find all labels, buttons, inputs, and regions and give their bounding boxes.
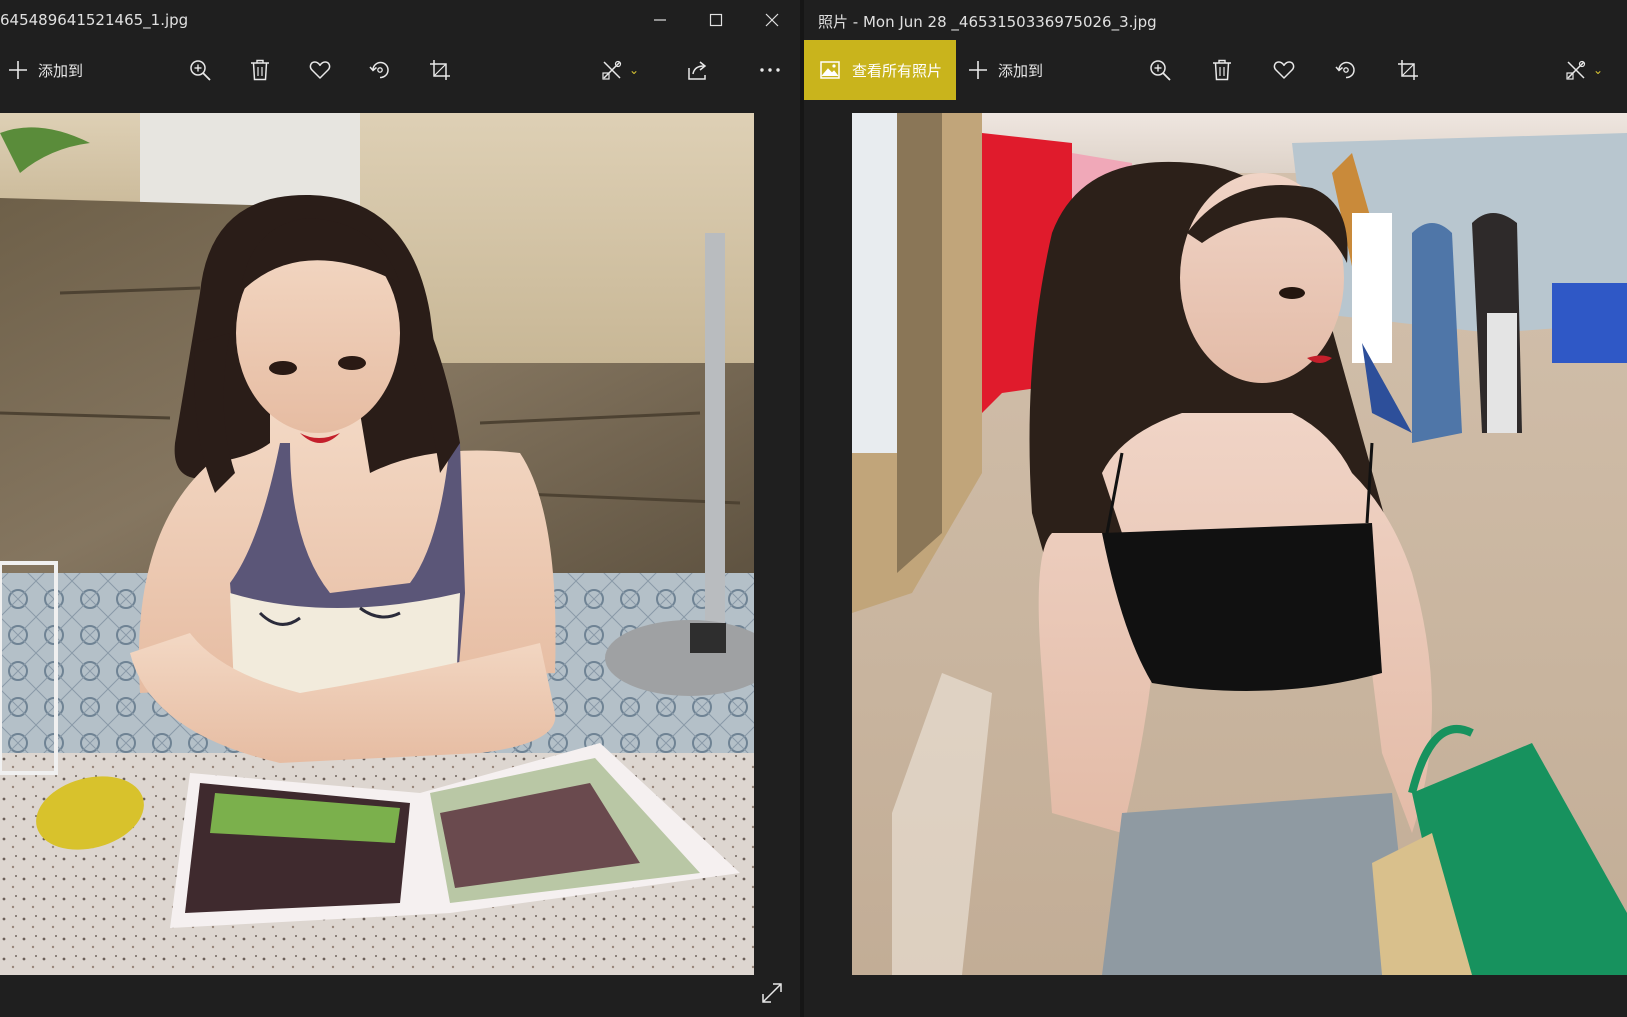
favorite-button[interactable]: [298, 40, 342, 100]
window-title: 645489641521465_1.jpg: [0, 11, 189, 29]
maximize-icon: [709, 13, 723, 27]
close-button[interactable]: [744, 0, 800, 40]
maximize-button[interactable]: [688, 0, 744, 40]
edit-create-button[interactable]: ⌄: [1552, 40, 1616, 100]
photo-image: [852, 113, 1627, 975]
delete-button[interactable]: [238, 40, 282, 100]
left-photo-window: 645489641521465_1.jpg 添加到 ⌄: [0, 0, 800, 1017]
plus-icon: [9, 61, 27, 79]
delete-icon: [1213, 59, 1231, 81]
heart-icon: [1273, 61, 1295, 79]
crop-button[interactable]: [418, 40, 462, 100]
crop-icon: [1398, 60, 1418, 80]
close-icon: [765, 13, 779, 27]
photo-image: [0, 113, 754, 975]
rotate-button[interactable]: [1324, 40, 1368, 100]
expand-icon: [762, 983, 782, 1003]
window-title: 照片 - Mon Jun 28 _4653150336975026_3.jpg: [818, 13, 1157, 31]
photo-display[interactable]: [852, 113, 1627, 975]
favorite-button[interactable]: [1262, 40, 1306, 100]
rotate-icon: [369, 61, 389, 79]
plus-icon: [969, 61, 987, 79]
share-icon: [688, 61, 707, 80]
crop-icon: [430, 60, 450, 80]
zoom-button[interactable]: [1138, 40, 1182, 100]
edit-create-button[interactable]: ⌄: [588, 40, 652, 100]
title-bar: 645489641521465_1.jpg: [0, 0, 800, 40]
zoom-in-icon: [1150, 60, 1171, 81]
add-to-label: 添加到: [38, 61, 84, 80]
heart-icon: [309, 61, 331, 79]
edit-icon: [602, 60, 622, 80]
minimize-icon: [654, 19, 666, 21]
right-photo-window: 照片 - Mon Jun 28 _4653150336975026_3.jpg …: [804, 0, 1627, 1017]
more-button[interactable]: [748, 40, 792, 100]
toolbar: 添加到 ⌄: [804, 40, 1627, 100]
rotate-button[interactable]: [358, 40, 402, 100]
crop-button[interactable]: [1386, 40, 1430, 100]
edit-icon: [1566, 60, 1586, 80]
toolbar: 添加到 ⌄: [0, 40, 800, 100]
rotate-icon: [1335, 61, 1355, 79]
add-to-label: 添加到: [998, 61, 1044, 80]
zoom-button[interactable]: [178, 40, 222, 100]
photo-display[interactable]: [0, 113, 754, 975]
delete-button[interactable]: [1200, 40, 1244, 100]
chevron-down-icon: ⌄: [628, 63, 640, 77]
delete-icon: [251, 59, 269, 81]
zoom-in-icon: [190, 60, 211, 81]
chevron-down-icon: ⌄: [1592, 63, 1604, 77]
minimize-button[interactable]: [632, 0, 688, 40]
add-to-button[interactable]: 添加到: [968, 40, 1056, 100]
share-button[interactable]: [676, 40, 720, 100]
more-icon: [760, 68, 780, 72]
add-to-button[interactable]: 添加到: [8, 40, 96, 100]
title-bar: 照片 - Mon Jun 28 _4653150336975026_3.jpg: [804, 0, 1627, 40]
fullscreen-button[interactable]: [752, 975, 792, 1011]
